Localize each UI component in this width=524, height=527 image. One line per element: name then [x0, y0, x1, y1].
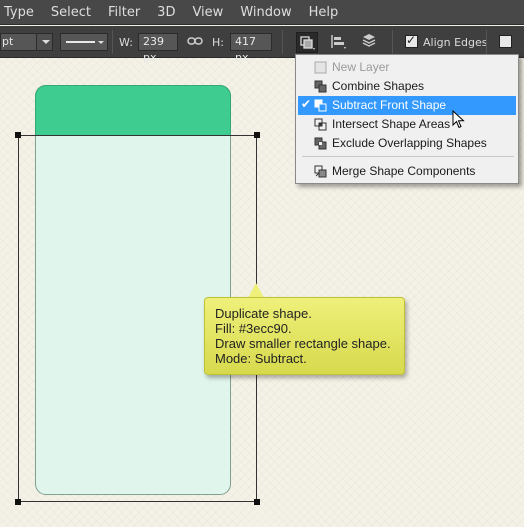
menu-select[interactable]: Select: [51, 5, 108, 20]
divider: [112, 30, 113, 54]
menu-item-combine-shapes[interactable]: Combine Shapes: [298, 77, 516, 96]
path-alignment-button[interactable]: [328, 32, 350, 53]
menu-item-new-layer[interactable]: New Layer: [298, 58, 516, 77]
rectangle-shape-header[interactable]: [35, 85, 231, 135]
checkmark-icon: ✔: [301, 97, 312, 111]
menu-type[interactable]: Type: [4, 5, 51, 20]
divider: [392, 30, 393, 54]
callout-line: Draw smaller rectangle shape.: [215, 336, 391, 351]
menu-item-exclude-overlapping-shapes[interactable]: Exclude Overlapping Shapes: [298, 134, 516, 153]
width-input[interactable]: 239 px: [138, 33, 178, 64]
combine-shapes-icon: [314, 80, 327, 93]
stroke-size-field[interactable]: pt: [0, 33, 53, 51]
menu-item-label: Exclude Overlapping Shapes: [332, 136, 487, 150]
height-label: H:: [212, 36, 224, 49]
path-arrangement-button[interactable]: [359, 32, 381, 53]
menu-item-label: Subtract Front Shape: [332, 98, 447, 112]
path-operations-menu: New Layer Combine Shapes ✔ Subtract Fron…: [295, 54, 519, 184]
divider: [486, 30, 487, 54]
merge-shape-components-icon: [314, 165, 327, 178]
link-dimensions-icon[interactable]: [187, 35, 203, 50]
width-label: W:: [119, 36, 133, 49]
menu-item-label: New Layer: [332, 60, 390, 74]
menu-item-label: Merge Shape Components: [332, 164, 476, 178]
stroke-line-preview: [66, 41, 95, 43]
subtract-front-shape-icon: [314, 99, 327, 112]
menu-window[interactable]: Window: [240, 5, 308, 20]
menu-item-intersect-shape-areas[interactable]: Intersect Shape Areas: [298, 115, 516, 134]
menu-item-label: Intersect Shape Areas: [332, 117, 451, 131]
path-operations-icon: [300, 36, 315, 50]
exclude-overlapping-shapes-icon: [314, 137, 327, 150]
menu-bar: Type Select Filter 3D View Window Help: [0, 0, 524, 25]
path-operations-button[interactable]: [296, 32, 318, 53]
new-layer-icon: [314, 61, 327, 74]
annotation-callout: Duplicate shape. Fill: #3ecc90. Draw sma…: [204, 297, 405, 375]
intersect-shape-areas-icon: [314, 118, 327, 131]
menu-view[interactable]: View: [192, 5, 240, 20]
menu-item-label: Combine Shapes: [332, 79, 425, 93]
path-alignment-icon: [331, 35, 346, 49]
transform-handle-bottom-left[interactable]: [15, 499, 21, 505]
chevron-down-icon: [98, 41, 104, 44]
stroke-size-value: pt: [2, 35, 14, 48]
callout-line: Mode: Subtract.: [215, 351, 307, 366]
path-arrangement-icon: [362, 34, 376, 47]
divider: [282, 30, 283, 54]
callout-line: Duplicate shape.: [215, 306, 312, 321]
callout-line: Fill: #3ecc90.: [215, 321, 292, 336]
stroke-type-picker[interactable]: [60, 33, 108, 51]
transform-handle-top-left[interactable]: [15, 132, 21, 138]
stroke-size-dropdown-icon[interactable]: [36, 34, 52, 50]
transform-handle-bottom-right[interactable]: [254, 499, 260, 505]
menu-filter[interactable]: Filter: [108, 5, 157, 20]
menu-item-subtract-front-shape[interactable]: ✔ Subtract Front Shape: [298, 96, 516, 115]
constrain-path-dragging-checkbox[interactable]: [499, 35, 512, 48]
height-input[interactable]: 417 px: [230, 33, 272, 64]
align-edges-label: Align Edges: [423, 36, 488, 49]
transform-handle-top-right[interactable]: [254, 132, 260, 138]
tooltip-pointer: [248, 283, 264, 298]
mouse-pointer-icon: [452, 109, 466, 133]
align-edges-checkbox[interactable]: [405, 33, 418, 48]
menu-3d[interactable]: 3D: [157, 5, 192, 20]
menu-divider: [302, 156, 514, 157]
menu-item-merge-shape-components[interactable]: Merge Shape Components: [298, 162, 516, 181]
menu-help[interactable]: Help: [309, 5, 356, 20]
